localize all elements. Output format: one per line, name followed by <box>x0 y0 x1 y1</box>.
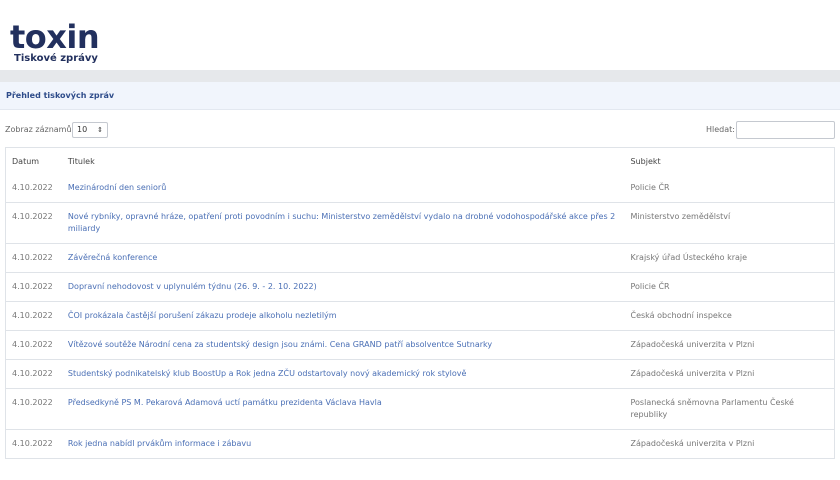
length-select[interactable]: 10 ⇕ <box>72 122 108 138</box>
row-date: 4.10.2022 <box>12 439 53 448</box>
row-date: 4.10.2022 <box>12 212 53 221</box>
site-header: toxin Tiskové zprávy <box>0 0 840 70</box>
row-title-link[interactable]: Mezinárodní den seniorů <box>62 174 625 202</box>
row-subject: Poslanecká sněmovna Parlamentu České rep… <box>630 398 794 419</box>
site-logo[interactable]: toxin <box>10 21 100 53</box>
table-row: 4.10.2022 Závěrečná konference Krajský úřa… <box>6 243 834 272</box>
press-release-table: Datum Titulek Subjekt 4.10.2022 Mezinárod… <box>5 147 835 459</box>
row-date: 4.10.2022 <box>12 282 53 291</box>
header-divider <box>0 70 840 82</box>
search-label: Hledat: <box>706 125 735 134</box>
row-title-link[interactable]: Studentský podnikatelský klub BoostUp a … <box>62 360 625 388</box>
row-subject: Ministerstvo zemědělství <box>630 212 731 221</box>
row-date: 4.10.2022 <box>12 311 53 320</box>
table-row: 4.10.2022 Studentský podnikatelský klub B… <box>6 359 834 388</box>
length-label: Zobraz záznamů <box>5 125 72 134</box>
length-value: 10 <box>77 125 88 134</box>
select-arrows-icon: ⇕ <box>97 126 103 134</box>
row-title-link[interactable]: Předsedkyně PS M. Pekarová Adamová uctí … <box>62 389 625 429</box>
row-title-link[interactable]: Dopravní nehodovost v uplynulém týdnu (2… <box>62 273 625 301</box>
row-date: 4.10.2022 <box>12 340 53 349</box>
row-title-link[interactable]: Závěrečná konference <box>62 244 625 272</box>
table-row: 4.10.2022 ČOI prokázala častější porušení… <box>6 301 834 330</box>
table-row: 4.10.2022 Vítězové soutěže Národní cena z… <box>6 330 834 359</box>
table-header-row: Datum Titulek Subjekt <box>6 148 834 174</box>
row-title-link[interactable]: Nové rybníky, opravné hráze, opatření pr… <box>62 203 625 243</box>
table-row: 4.10.2022 Mezinárodní den seniorů Policie … <box>6 174 834 202</box>
row-subject: Západočeská univerzita v Plzni <box>630 369 755 378</box>
row-subject: Policie ČR <box>630 183 670 192</box>
row-title-link[interactable]: Rok jedna nabídl prvákům informace i záb… <box>62 430 625 458</box>
row-date: 4.10.2022 <box>12 398 53 407</box>
row-subject: Západočeská univerzita v Plzni <box>630 439 755 448</box>
site-subtitle: Tiskové zprávy <box>14 53 98 64</box>
header-title[interactable]: Titulek <box>62 148 625 174</box>
table-controls: Zobraz záznamů 10 ⇕ Hledat: <box>0 121 840 141</box>
table-row: 4.10.2022 Předsedkyně PS M. Pekarová Adam… <box>6 388 834 429</box>
row-title-link[interactable]: Vítězové soutěže Národní cena za student… <box>62 331 625 359</box>
row-title-link[interactable]: ČOI prokázala častější porušení zákazu p… <box>62 302 625 330</box>
header-date[interactable]: Datum <box>6 148 62 174</box>
row-subject: Policie ČR <box>630 282 670 291</box>
row-date: 4.10.2022 <box>12 369 53 378</box>
row-subject: Krajský úřad Ústeckého kraje <box>630 253 748 262</box>
table-body: 4.10.2022 Mezinárodní den seniorů Policie … <box>6 174 834 458</box>
row-date: 4.10.2022 <box>12 253 53 262</box>
row-subject: Západočeská univerzita v Plzni <box>630 340 755 349</box>
row-subject: Česká obchodní inspekce <box>630 311 732 320</box>
row-date: 4.10.2022 <box>12 183 53 192</box>
search-input[interactable] <box>736 121 835 139</box>
header-subject[interactable]: Subjekt <box>625 148 835 174</box>
table-row: 4.10.2022 Nové rybníky, opravné hráze, op… <box>6 202 834 243</box>
table-row: 4.10.2022 Rok jedna nabídl prvákům inform… <box>6 429 834 458</box>
table-row: 4.10.2022 Dopravní nehodovost v uplynulém… <box>6 272 834 301</box>
section-title: Přehled tiskových zpráv <box>6 91 115 100</box>
section-bar: Přehled tiskových zpráv <box>0 82 840 110</box>
